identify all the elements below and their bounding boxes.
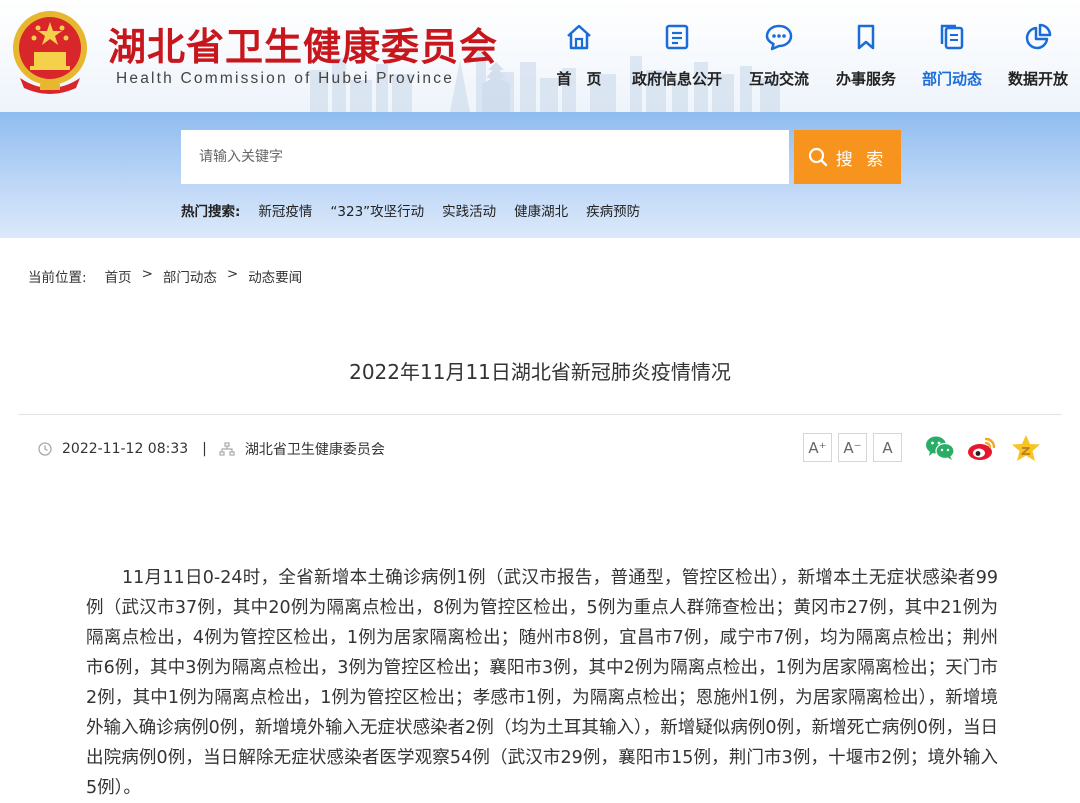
breadcrumb-label: 当前位置: <box>28 270 87 286</box>
font-increase-button[interactable]: A⁺ <box>803 433 832 462</box>
article-source: 湖北省卫生健康委员会 <box>244 442 385 458</box>
title-divider <box>18 414 1062 415</box>
breadcrumb-item-news[interactable]: 动态要闻 <box>248 266 302 286</box>
org-structure-icon <box>219 442 235 456</box>
nav-item-services[interactable]: 办事服务 <box>821 18 911 98</box>
article-title: 2022年11月11日湖北省新冠肺炎疫情情况 <box>349 360 731 384</box>
search-button[interactable]: 搜 索 <box>794 130 901 184</box>
document-list-icon <box>665 24 689 50</box>
hot-search-link[interactable]: 新冠疫情 <box>258 200 312 220</box>
nav-item-gov-info[interactable]: 政府信息公开 <box>632 18 722 98</box>
hot-search-link[interactable]: 实践活动 <box>442 200 496 220</box>
clock-icon <box>38 442 52 456</box>
nav-label: 部门动态 <box>921 70 982 88</box>
nav-label: 办事服务 <box>835 70 896 88</box>
wechat-icon[interactable] <box>924 433 956 463</box>
chat-bubble-icon <box>765 24 793 51</box>
breadcrumb: 当前位置: 首页 > 部门动态 > 动态要闻 <box>28 266 312 286</box>
meta-separator: | <box>202 441 207 457</box>
national-emblem <box>13 11 87 94</box>
breadcrumb-separator: > <box>141 266 153 282</box>
breadcrumb-item-home[interactable]: 首页 <box>105 266 132 286</box>
breadcrumb-item-dept-news[interactable]: 部门动态 <box>163 266 217 286</box>
hot-searches: 热门搜索: 新冠疫情 “323”攻坚行动 实践活动 健康湖北 疾病预防 <box>181 200 658 220</box>
site-title: 湖北省卫生健康委员会 <box>108 25 499 69</box>
search-input[interactable] <box>181 130 789 184</box>
hot-search-link[interactable]: 疾病预防 <box>586 200 640 220</box>
search-button-label: 搜 索 <box>835 149 888 170</box>
site-subtitle: Health Commission of Hubei Province <box>116 70 455 87</box>
favorite-star-icon[interactable] <box>1010 433 1042 463</box>
font-reset-button[interactable]: A <box>873 433 902 462</box>
nav-label: 首 页 <box>556 70 602 88</box>
search-band: 搜 索 热门搜索: 新冠疫情 “323”攻坚行动 实践活动 健康湖北 疾病预防 <box>0 112 1080 238</box>
nav-item-open-data[interactable]: 数据开放 <box>993 18 1080 98</box>
nav-item-interaction[interactable]: 互动交流 <box>734 18 824 98</box>
publish-date: 2022-11-12 08:33 <box>62 441 189 457</box>
bookmark-icon <box>857 24 875 50</box>
breadcrumb-separator: > <box>226 266 239 282</box>
nav-label: 数据开放 <box>1007 70 1068 88</box>
hot-search-link[interactable]: “323”攻坚行动 <box>330 200 424 220</box>
article-meta: 2022-11-12 08:33 | 湖北省卫生健康委员会 <box>38 439 385 459</box>
font-decrease-button[interactable]: A⁻ <box>838 433 867 462</box>
nav-item-home[interactable]: 首 页 <box>534 18 624 98</box>
home-icon <box>567 24 591 50</box>
nav-label: 政府信息公开 <box>632 70 723 88</box>
nav-item-dept-news[interactable]: 部门动态 <box>907 18 997 98</box>
files-icon <box>940 24 964 50</box>
main-nav: 首 页 政府信息公开 互动交流 办事服务 部门动态 数据开放 <box>550 18 1080 98</box>
nav-label: 互动交流 <box>748 70 809 88</box>
hot-search-link[interactable]: 健康湖北 <box>514 200 568 220</box>
site-header: 湖北省卫生健康委员会 Health Commission of Hubei Pr… <box>0 0 1080 112</box>
search-icon <box>808 147 827 167</box>
article-body: 11月11日0-24时，全省新增本土确诊病例1例（武汉市报告，普通型，管控区检出… <box>86 568 998 798</box>
hot-searches-title: 热门搜索: <box>181 204 241 220</box>
weibo-icon[interactable] <box>966 433 998 463</box>
pie-chart-icon <box>1025 23 1052 50</box>
